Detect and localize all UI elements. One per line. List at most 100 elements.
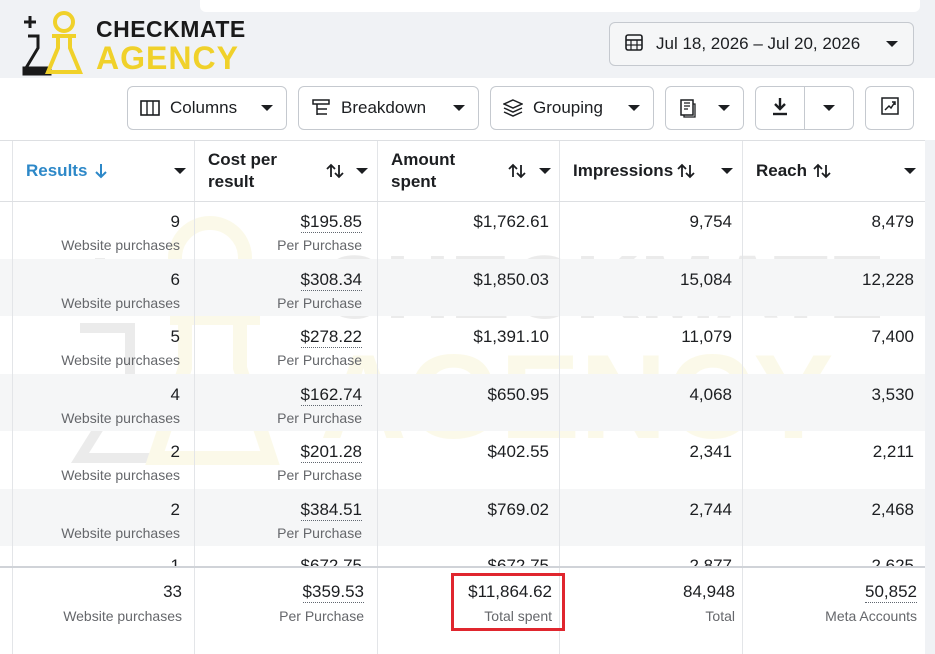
grouping-button[interactable]: Grouping (490, 86, 654, 130)
cpr-sub: Per Purchase (277, 525, 362, 541)
reach-value: 2,468 (871, 500, 914, 519)
results-value: 9 (170, 212, 180, 231)
breakdown-icon (311, 99, 331, 117)
total-reach-sub: Meta Accounts (825, 608, 917, 624)
calendar-icon (624, 32, 644, 57)
reach-header-label: Reach (756, 161, 808, 180)
column-header-impressions[interactable]: Impressions (573, 141, 741, 201)
results-sub: Website purchases (61, 237, 180, 253)
grouping-label: Grouping (533, 98, 603, 117)
column-header-amount-spent[interactable]: Amount spent (391, 141, 559, 201)
cpr-value[interactable]: $195.85 (300, 212, 362, 233)
cpr-value[interactable]: $162.74 (300, 385, 362, 406)
cpr-sub: Per Purchase (277, 410, 362, 426)
spent-value: $769.02 (487, 500, 549, 519)
date-range-label: Jul 18, 2026 – Jul 20, 2026 (656, 34, 861, 53)
results-value: 4 (170, 385, 180, 404)
scrollbar-track[interactable] (925, 140, 935, 654)
results-value: 2 (170, 500, 180, 519)
chart-button[interactable] (865, 86, 914, 130)
reach-value: 12,228 (862, 270, 914, 289)
logo-text-agency: AGENCY (96, 40, 239, 76)
cpr-sub: Per Purchase (277, 237, 362, 253)
total-reach[interactable]: 50,852 (865, 582, 917, 603)
impressions-value: 9,754 (689, 212, 732, 231)
chevron-down-icon[interactable] (539, 167, 551, 175)
chevron-down-icon[interactable] (904, 167, 916, 175)
totals-row: 33 Website purchases $359.53 Per Purchas… (0, 566, 935, 654)
total-impressions: 84,948 (683, 582, 735, 601)
results-sub: Website purchases (61, 467, 180, 483)
cpr-value[interactable]: $308.34 (300, 270, 362, 291)
column-header-cost-per-result[interactable]: Cost per result (208, 141, 376, 201)
column-divider (377, 141, 378, 201)
cpr-value[interactable]: $201.28 (300, 442, 362, 463)
cpr-sub: Per Purchase (277, 295, 362, 311)
reach-value: 2,211 (872, 442, 914, 461)
chevron-down-icon[interactable] (174, 167, 186, 175)
sort-toggle-icon[interactable] (813, 163, 831, 179)
table-header: Results Cost per result Amount spent Impre… (0, 140, 935, 202)
export-button[interactable] (755, 86, 805, 130)
column-divider (194, 568, 195, 654)
trend-chart-icon (880, 96, 900, 121)
total-cpr[interactable]: $359.53 (302, 582, 364, 603)
spent-header-line2: spent (391, 172, 437, 191)
date-range-picker[interactable]: Jul 18, 2026 – Jul 20, 2026 (609, 22, 914, 66)
column-divider (742, 141, 743, 201)
cpr-value[interactable]: $384.51 (300, 500, 362, 521)
impressions-value: 2,744 (689, 500, 732, 519)
results-sub: Website purchases (61, 525, 180, 541)
total-results: 33 (163, 582, 182, 601)
results-sub: Website purchases (61, 352, 180, 368)
logo-text-checkmate: CHECKMATE (96, 16, 246, 42)
spent-value: $650.95 (487, 385, 549, 404)
impressions-header-label: Impressions (573, 161, 674, 180)
reach-value: 8,479 (871, 212, 914, 231)
sort-toggle-icon[interactable] (677, 163, 695, 179)
layers-icon (503, 99, 523, 117)
spent-header-line1: Amount (391, 150, 456, 169)
sort-toggle-icon[interactable] (326, 163, 344, 179)
columns-label: Columns (170, 98, 238, 117)
chevron-down-icon (717, 103, 731, 113)
results-value: 5 (170, 327, 180, 346)
column-header-results[interactable]: Results (26, 141, 194, 201)
total-cpr-sub: Per Purchase (279, 608, 364, 624)
toolbar: Columns Breakdown Grouping (0, 78, 935, 140)
report-icon (678, 98, 698, 118)
export-menu-button[interactable] (804, 86, 854, 130)
spent-value: $402.55 (487, 442, 549, 461)
chevron-down-icon[interactable] (356, 167, 368, 175)
cpr-header-line2: result (208, 172, 255, 191)
column-divider (559, 141, 560, 201)
chevron-down-icon (627, 103, 641, 113)
column-divider (194, 141, 195, 201)
sort-toggle-icon[interactable] (508, 163, 526, 179)
reports-button[interactable] (665, 86, 744, 130)
spent-value: $1,391.10 (473, 327, 549, 346)
results-value: 6 (170, 270, 180, 289)
cpr-value[interactable]: $278.22 (300, 327, 362, 348)
results-header-label: Results (26, 161, 88, 180)
top-strip (200, 0, 920, 12)
column-divider (12, 141, 13, 201)
chevron-down-icon (885, 34, 899, 54)
columns-button[interactable]: Columns (127, 86, 287, 130)
agency-logo: CHECKMATE AGENCY (18, 6, 248, 78)
cpr-header-line1: Cost per (208, 150, 277, 169)
chevron-down-icon[interactable] (721, 167, 733, 175)
breakdown-button[interactable]: Breakdown (298, 86, 479, 130)
total-results-sub: Website purchases (63, 608, 182, 624)
column-header-reach[interactable]: Reach (756, 141, 924, 201)
cpr-sub: Per Purchase (277, 352, 362, 368)
chess-piece-logo-icon (22, 11, 83, 76)
results-value: 2 (170, 442, 180, 461)
data-table: CHECKMATE AGENCY Results Cost perresult … (0, 140, 935, 654)
chevron-down-icon (452, 103, 466, 113)
spent-value: $1,850.03 (473, 270, 549, 289)
impressions-value: 15,084 (680, 270, 732, 289)
columns-icon (140, 100, 160, 116)
column-divider (12, 568, 13, 654)
results-sub: Website purchases (61, 295, 180, 311)
